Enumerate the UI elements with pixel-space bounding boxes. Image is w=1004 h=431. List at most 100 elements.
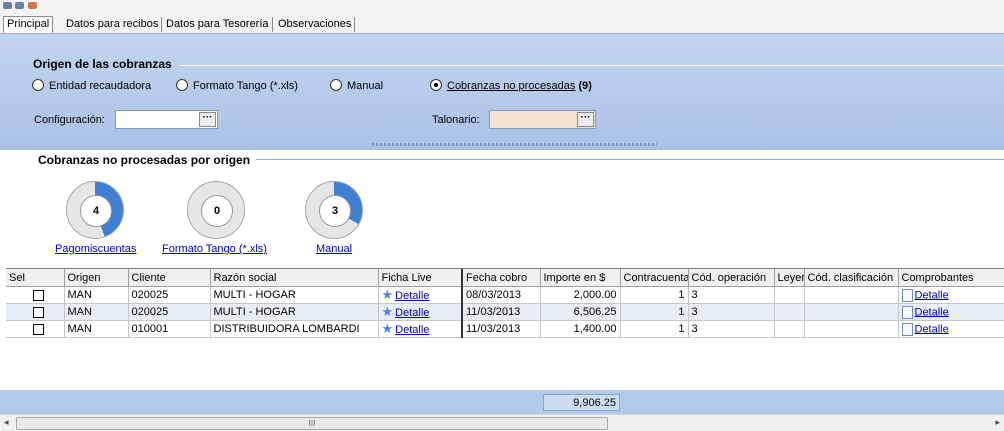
origen-cell: MAN <box>64 320 129 338</box>
radio-selected-icon <box>430 79 442 92</box>
radio-formato-tango[interactable]: Formato Tango (*.xls) <box>176 79 298 93</box>
table-row[interactable]: MAN 020025 MULTI - HOGAR ★ Detalle 11/03/… <box>6 303 1004 321</box>
fecha-cell: 11/03/2013 <box>461 303 541 321</box>
razon-cell: DISTRIBUIDORA LOMBARDI <box>210 320 379 338</box>
talonario-field[interactable]: ··· <box>489 110 596 129</box>
ring-formato-tango: 0 <box>187 181 245 239</box>
app-icon <box>28 2 37 9</box>
col-cliente[interactable]: Cliente <box>128 269 211 287</box>
origen-title: Origen de las cobranzas <box>33 57 172 71</box>
link-pagomiscuentas[interactable]: Pagomiscuentas <box>55 243 136 255</box>
fecha-cell: 08/03/2013 <box>461 286 541 304</box>
radio-circle-icon <box>32 79 44 92</box>
radio-cobranzas-no-procesadas[interactable]: Cobranzas no procesadas (9) <box>430 79 592 93</box>
col-ficha-live[interactable]: Ficha Live <box>378 269 463 287</box>
codclas-cell <box>804 286 899 304</box>
leyenda-cell <box>774 320 805 338</box>
ring-count-formato-tango: 0 <box>201 195 233 227</box>
tab-observaciones[interactable]: Observaciones <box>275 17 356 32</box>
comprobante-detalle-link[interactable]: Detalle <box>915 289 949 301</box>
grid-header: Sel Origen Cliente Razón social Ficha Li… <box>6 269 1004 287</box>
scroll-thumb[interactable]: III <box>16 417 608 430</box>
codclas-cell <box>804 320 899 338</box>
pending-count: (9) <box>578 80 592 92</box>
ring-count-manual: 3 <box>319 195 351 227</box>
splitter-grip[interactable] <box>372 143 657 146</box>
row-checkbox[interactable] <box>33 289 44 301</box>
importe-cell: 1,400.00 <box>540 320 621 338</box>
sel-cell <box>6 320 65 338</box>
ficha-detalle-link[interactable]: Detalle <box>395 324 429 336</box>
scroll-left-icon[interactable]: ◂ <box>4 417 9 428</box>
configuracion-picker-button[interactable]: ··· <box>199 112 216 127</box>
codclas-cell <box>804 303 899 321</box>
radio-circle-icon <box>176 79 188 92</box>
table-row[interactable]: MAN 020025 MULTI - HOGAR ★ Detalle 08/03/… <box>6 286 1004 304</box>
stats-divider <box>256 159 1004 160</box>
radio-manual[interactable]: Manual <box>330 79 383 93</box>
importe-cell: 6,506.25 <box>540 303 621 321</box>
ficha-cell: ★ Detalle <box>378 286 463 304</box>
col-comprobantes[interactable]: Comprobantes <box>898 269 1004 287</box>
col-sel[interactable]: Sel <box>6 269 65 287</box>
leyenda-cell <box>774 303 805 321</box>
document-icon <box>901 288 913 302</box>
radio-entidad-recaudadora[interactable]: Entidad recaudadora <box>32 79 151 93</box>
sel-cell <box>6 303 65 321</box>
comprobante-detalle-link[interactable]: Detalle <box>915 306 949 318</box>
col-importe[interactable]: Importe en $ <box>540 269 621 287</box>
col-fecha-cobro[interactable]: Fecha cobro <box>461 269 541 287</box>
talonario-label: Talonario: <box>432 114 480 126</box>
col-origen[interactable]: Origen <box>64 269 129 287</box>
origen-cell: MAN <box>64 303 129 321</box>
comprobante-detalle-link[interactable]: Detalle <box>915 323 949 335</box>
row-checkbox[interactable] <box>33 323 44 335</box>
ring-count-pagomiscuentas: 4 <box>80 195 112 227</box>
cliente-cell: 020025 <box>128 303 211 321</box>
col-razon-social[interactable]: Razón social <box>210 269 379 287</box>
stats-title: Cobranzas no procesadas por origen <box>38 153 251 167</box>
table-row[interactable]: MAN 010001 DISTRIBUIDORA LOMBARDI ★ Detal… <box>6 320 1004 338</box>
col-contracuenta[interactable]: Contracuenta <box>620 269 689 287</box>
ficha-detalle-link[interactable]: Detalle <box>395 290 429 302</box>
origen-panel: Origen de las cobranzas Entidad recaudad… <box>0 34 1004 150</box>
razon-cell: MULTI - HOGAR <box>210 303 379 321</box>
ficha-cell: ★ Detalle <box>378 303 463 321</box>
horizontal-scrollbar[interactable]: ◂ III ▸ <box>0 414 1004 431</box>
importe-cell: 2,000.00 <box>540 286 621 304</box>
link-formato-tango[interactable]: Formato Tango (*.xls) <box>162 243 267 255</box>
origen-cell: MAN <box>64 286 129 304</box>
app-icon <box>15 2 24 9</box>
star-icon: ★ <box>381 287 394 302</box>
document-icon <box>901 322 913 336</box>
row-checkbox[interactable] <box>33 306 44 318</box>
leyenda-cell <box>774 286 805 304</box>
col-cod-operacion[interactable]: Cód. operación <box>688 269 775 287</box>
talonario-picker-button[interactable]: ··· <box>577 112 594 127</box>
star-icon: ★ <box>381 321 394 336</box>
star-icon: ★ <box>381 304 394 319</box>
cobranzas-table: Sel Origen Cliente Razón social Ficha Li… <box>6 269 1004 338</box>
importe-total: 9,906.25 <box>543 394 620 411</box>
tab-datos-recibos[interactable]: Datos para recibos <box>63 17 163 32</box>
document-icon <box>901 305 913 319</box>
tab-principal[interactable]: Principal <box>3 16 54 33</box>
link-manual[interactable]: Manual <box>316 243 352 255</box>
contracuenta-cell: 1 <box>620 320 689 338</box>
tab-datos-tesoreria[interactable]: Datos para Tesorería <box>163 17 273 32</box>
configuracion-label: Configuración: <box>34 114 105 126</box>
configuracion-field[interactable]: ··· <box>115 110 218 129</box>
comp-cell: Detalle <box>898 320 1004 338</box>
ficha-detalle-link[interactable]: Detalle <box>395 307 429 319</box>
app-icon <box>3 2 12 9</box>
col-cod-clasificacion[interactable]: Cód. clasificación <box>804 269 899 287</box>
sel-cell <box>6 286 65 304</box>
col-leyenda[interactable]: Leyen <box>774 269 805 287</box>
scroll-right-icon[interactable]: ▸ <box>995 417 1000 428</box>
ficha-cell: ★ Detalle <box>378 320 463 338</box>
razon-cell: MULTI - HOGAR <box>210 286 379 304</box>
cliente-cell: 010001 <box>128 320 211 338</box>
comp-cell: Detalle <box>898 303 1004 321</box>
ring-manual: 3 <box>305 181 363 239</box>
contracuenta-cell: 1 <box>620 303 689 321</box>
